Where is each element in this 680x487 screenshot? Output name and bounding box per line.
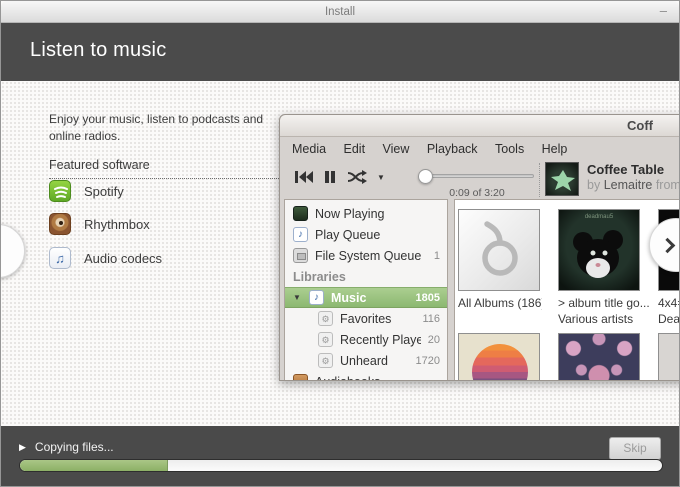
previous-track-icon: [294, 170, 314, 189]
sidebar-item-label: Unheard: [340, 354, 409, 368]
installer-footer: ▶ Copying files... Skip: [1, 426, 679, 487]
menu-view: View: [383, 137, 410, 161]
seek-slider: [420, 174, 534, 178]
seek-slider-handle: [418, 169, 433, 184]
minimize-icon[interactable]: –: [660, 1, 667, 21]
menu-help: Help: [542, 137, 568, 161]
player-window-title: Coff: [627, 118, 653, 133]
album-tile-deadmau5: deadmau5: [558, 209, 640, 291]
album-artist: Dead: [658, 312, 680, 327]
album-tile-kaleidoscope: [558, 333, 640, 381]
window-title: Install: [1, 1, 679, 23]
sidebar-item-label: Play Queue: [315, 228, 440, 242]
item-count: 116: [422, 313, 440, 325]
deadmau5-cat-icon: [559, 220, 640, 290]
artist-name: Lemaitre: [604, 178, 653, 192]
album-tile-all-albums: [458, 209, 540, 291]
section-heading: Libraries: [293, 270, 346, 284]
sidebar-item-unheard: ⚙ Unheard 1720: [285, 350, 447, 371]
install-progress-bar: [19, 459, 663, 472]
sidebar-item-audiobooks: Audiobooks: [285, 371, 447, 381]
featured-item-label: Audio codecs: [84, 251, 162, 266]
playback-dropdown-caret-icon: ▼: [377, 173, 385, 182]
sidebar-item-music: ▼ ♪ Music 1805: [285, 287, 447, 308]
sidebar-item-label: Audiobooks: [315, 375, 440, 382]
toolbar-separator: [539, 163, 540, 197]
shuffle-icon: [346, 170, 368, 189]
item-count: 20: [428, 334, 440, 346]
sidebar-item-label: Recently Played: [340, 333, 421, 347]
music-note-icon: ♪: [309, 290, 324, 305]
status-row: ▶ Copying files...: [19, 440, 114, 454]
album-grid: deadmau5 All Albums (186) > album title …: [454, 199, 680, 381]
progress-fill: [20, 460, 168, 471]
sidebar-item-file-system-queue: File System Queue 1: [285, 245, 447, 266]
sidebar-item-favorites: ⚙ Favorites 116: [285, 308, 447, 329]
spotify-icon: [49, 180, 71, 202]
now-playing-icon: [293, 206, 308, 221]
player-menubar: Media Edit View Playback Tools Help: [280, 137, 680, 161]
auto-playlist-gear-icon: ⚙: [318, 311, 333, 326]
slide-header: Listen to music: [1, 23, 679, 81]
menu-edit: Edit: [344, 137, 366, 161]
player-sidebar: Now Playing ♪ Play Queue File System Que…: [284, 199, 448, 381]
skip-button[interactable]: Skip: [609, 437, 661, 460]
now-playing-album-art: [545, 162, 579, 196]
now-playing-artist-line: by Lemaitre from F: [587, 178, 680, 192]
album-title: > album title go...: [558, 296, 654, 311]
featured-software-heading: Featured software: [49, 158, 281, 179]
item-count: 1805: [416, 292, 440, 304]
audiobooks-icon: [293, 374, 308, 381]
chevron-right-icon: [660, 238, 676, 254]
album-tile-tycho: [458, 333, 540, 381]
page-title: Listen to music: [30, 39, 166, 62]
item-count: 1720: [416, 355, 440, 367]
sidebar-item-recently-played: ⚙ Recently Played 20: [285, 329, 447, 350]
banshee-logo-icon: [459, 210, 540, 291]
album-artist: Various artists: [558, 312, 654, 327]
sidebar-item-label: Music: [331, 291, 409, 305]
sidebar-item-play-queue: ♪ Play Queue: [285, 224, 447, 245]
featured-item-audio-codecs: ♫ Audio codecs: [49, 246, 162, 270]
installer-window: Install – Listen to music Enjoy your mus…: [0, 0, 680, 487]
sidebar-item-label: File System Queue: [315, 249, 427, 263]
album-title: All Albums (186): [458, 296, 542, 311]
player-toolbar: ▼ 0:09 of 3:20 Coffee Table by Lemaitre …: [280, 161, 680, 199]
by-word: by: [587, 178, 600, 192]
status-arrow-icon[interactable]: ▶: [19, 442, 26, 453]
intro-text: Enjoy your music, listen to podcasts and…: [49, 111, 289, 145]
featured-item-spotify: Spotify: [49, 179, 124, 203]
status-text: Copying files...: [35, 440, 114, 454]
sidebar-section-libraries: Libraries: [285, 266, 447, 287]
audio-codecs-icon: ♫: [49, 247, 71, 269]
featured-item-label: Spotify: [84, 184, 124, 199]
expander-icon: ▼: [293, 293, 302, 302]
play-queue-icon: ♪: [293, 227, 308, 242]
now-playing-track-title: Coffee Table: [587, 162, 664, 177]
featured-item-label: Rhythmbox: [84, 217, 150, 232]
menu-tools: Tools: [495, 137, 524, 161]
sidebar-item-label: Favorites: [340, 312, 415, 326]
seek-time-label: 0:09 of 3:20: [420, 187, 534, 199]
auto-playlist-gear-icon: ⚙: [318, 332, 333, 347]
album-title: 4x4=: [658, 296, 680, 311]
item-count: 1: [434, 250, 440, 262]
album-tile-flower: [658, 333, 680, 381]
rhythmbox-icon: [49, 213, 71, 235]
window-titlebar: Install –: [1, 1, 679, 23]
music-player-screenshot: Coff Media Edit View Playback Tools Help: [279, 114, 680, 381]
tycho-sun-art: [472, 344, 528, 381]
pause-icon: [324, 170, 336, 189]
file-system-queue-icon: [293, 248, 308, 263]
menu-media: Media: [292, 137, 326, 161]
featured-item-rhythmbox: Rhythmbox: [49, 212, 150, 236]
player-titlebar: Coff: [280, 115, 680, 137]
sidebar-item-label: Now Playing: [315, 207, 440, 221]
menu-playback: Playback: [427, 137, 478, 161]
sidebar-item-now-playing: Now Playing: [285, 203, 447, 224]
from-word: from: [656, 178, 680, 192]
auto-playlist-gear-icon: ⚙: [318, 353, 333, 368]
